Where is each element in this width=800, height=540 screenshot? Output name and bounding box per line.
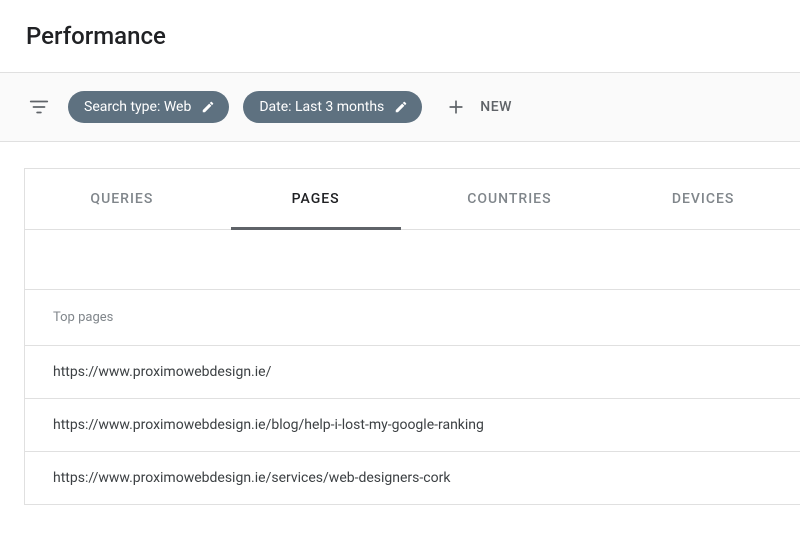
page-title: Performance (26, 22, 776, 50)
tab-devices[interactable]: DEVICES (606, 169, 800, 229)
filter-chip-label: Search type: Web (84, 99, 191, 115)
plus-icon (446, 97, 466, 117)
pencil-icon (394, 100, 408, 114)
tabs-container: QUERIES PAGES COUNTRIES DEVICES (25, 169, 800, 230)
filter-chip-date[interactable]: Date: Last 3 months (243, 91, 422, 123)
table-row[interactable]: https://www.proximowebdesign.ie/ (25, 346, 800, 399)
filter-bar: Search type: Web Date: Last 3 months NEW (0, 73, 800, 142)
spacer-row (25, 230, 800, 290)
add-filter-button[interactable]: NEW (436, 97, 512, 117)
tab-pages[interactable]: PAGES (219, 169, 413, 229)
add-filter-label: NEW (480, 99, 512, 115)
page-header: Performance (0, 0, 800, 73)
filter-icon[interactable] (28, 96, 54, 118)
table-row[interactable]: https://www.proximowebdesign.ie/services… (25, 452, 800, 505)
tab-queries[interactable]: QUERIES (25, 169, 219, 229)
pencil-icon (201, 100, 215, 114)
table-row[interactable]: https://www.proximowebdesign.ie/blog/hel… (25, 399, 800, 452)
table-header: Top pages (25, 290, 800, 346)
report-card: QUERIES PAGES COUNTRIES DEVICES Top page… (24, 168, 800, 505)
tab-countries[interactable]: COUNTRIES (413, 169, 607, 229)
filter-chip-search-type[interactable]: Search type: Web (68, 91, 229, 123)
filter-chip-label: Date: Last 3 months (259, 99, 384, 115)
